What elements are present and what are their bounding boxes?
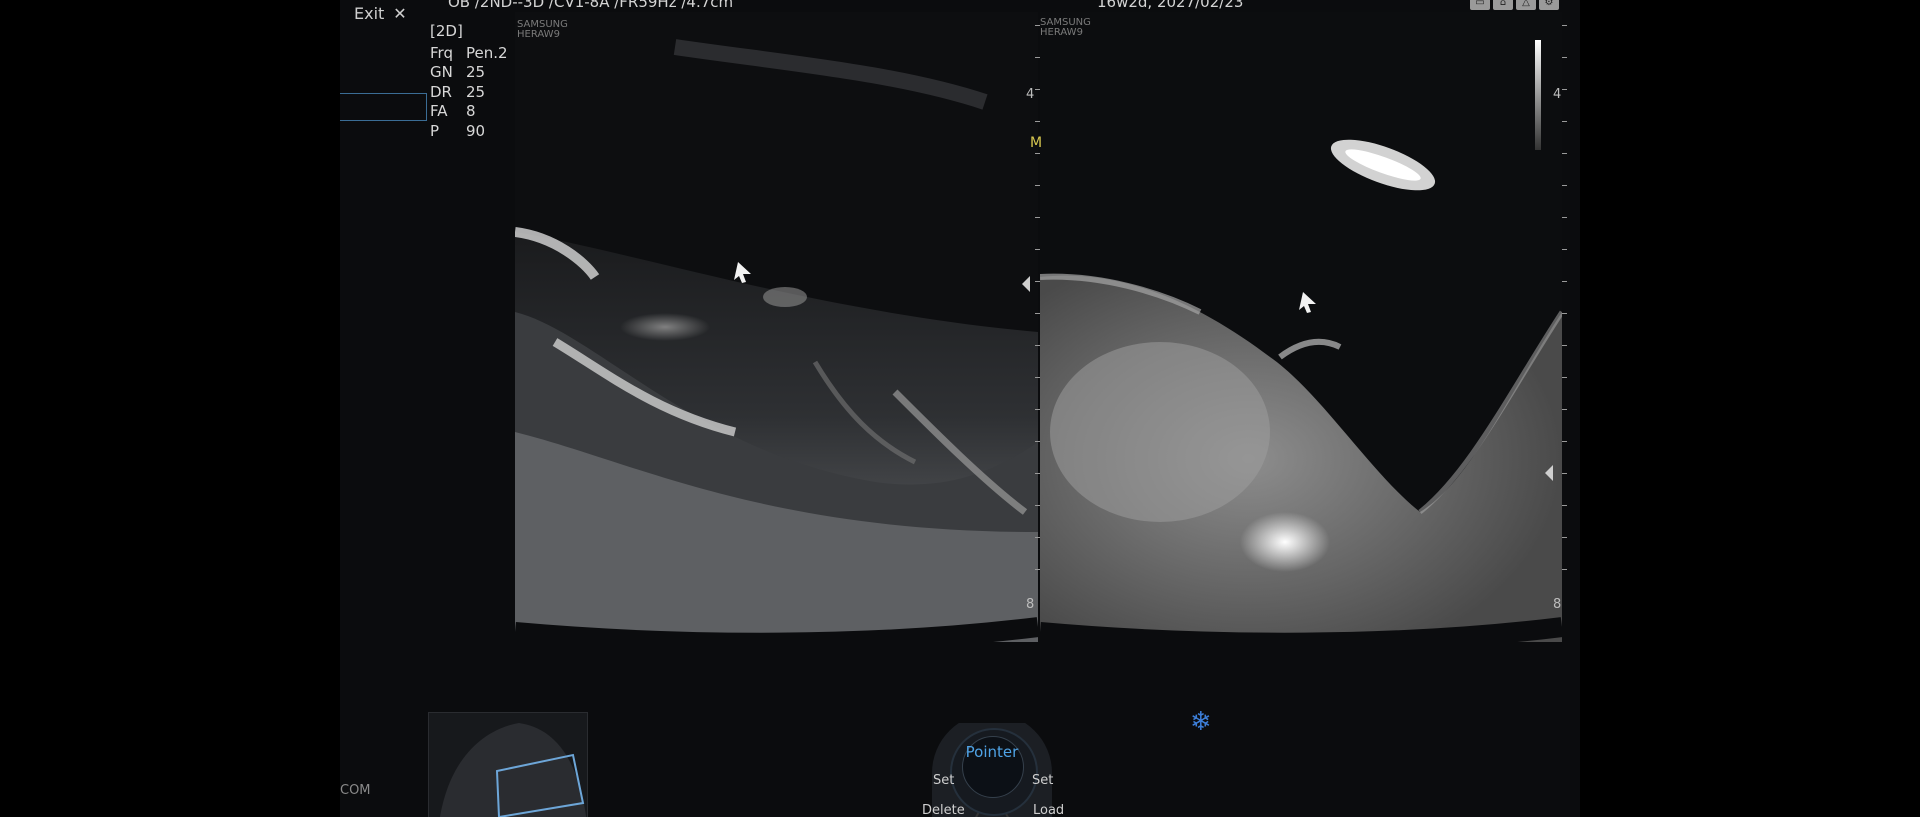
depth-tick bbox=[1035, 185, 1040, 186]
warning-icon: △ bbox=[1516, 0, 1536, 10]
depth-tick bbox=[1035, 473, 1040, 474]
depth-tick bbox=[1562, 505, 1567, 506]
depth-scale-right: 4 8 bbox=[1553, 0, 1567, 620]
depth-tick bbox=[1562, 281, 1567, 282]
depth-tick bbox=[1035, 25, 1040, 26]
depth-tick bbox=[1035, 121, 1040, 122]
depth-tick bbox=[1562, 89, 1567, 90]
depth-tick bbox=[1562, 249, 1567, 250]
snowflake-icon: ❄ bbox=[1190, 707, 1212, 737]
network-icon: ⌂ bbox=[1493, 0, 1513, 10]
param-row: GN 25 bbox=[430, 63, 486, 81]
ultrasound-image-right[interactable] bbox=[1040, 12, 1562, 642]
depth-tick bbox=[1035, 569, 1040, 570]
dial-set-left[interactable]: Set bbox=[933, 773, 954, 788]
exit-button[interactable]: Exit ✕ bbox=[354, 4, 407, 23]
depth-tick bbox=[1035, 345, 1040, 346]
depth-tick bbox=[1562, 377, 1567, 378]
param-row: DR 25 bbox=[430, 82, 486, 101]
left-selection-box[interactable] bbox=[340, 93, 427, 121]
ultrasound-image-left[interactable] bbox=[515, 12, 1038, 642]
brand-label: SAMSUNG HERAW9 bbox=[517, 19, 568, 40]
depth-tick bbox=[1562, 25, 1567, 26]
status-icons: ▭ ⌂ △ ⚙ bbox=[1470, 0, 1559, 10]
depth-tick bbox=[1562, 473, 1567, 474]
depth-tick bbox=[1035, 217, 1040, 218]
pointer-dial[interactable]: Pointer Set Set Delete Load bbox=[902, 723, 1082, 817]
depth-tick bbox=[1562, 57, 1567, 58]
focus-marker-left[interactable] bbox=[1022, 276, 1030, 292]
focus-marker-right[interactable] bbox=[1545, 465, 1553, 481]
depth-tick bbox=[1035, 409, 1040, 410]
depth-tick bbox=[1562, 153, 1567, 154]
depth-tick bbox=[1562, 537, 1567, 538]
depth-tick bbox=[1562, 569, 1567, 570]
imaging-parameters: [2D] Frq Pen.2 GN 25 DR 25 FA 8 P 90 bbox=[430, 22, 508, 141]
hdd-icon: ▭ bbox=[1470, 0, 1490, 10]
depth-tick bbox=[1035, 249, 1040, 250]
depth-tick bbox=[1035, 377, 1040, 378]
depth-tick bbox=[1035, 313, 1040, 314]
depth-tick bbox=[1035, 505, 1040, 506]
depth-tick bbox=[1562, 313, 1567, 314]
dial-delete[interactable]: Delete bbox=[922, 803, 965, 817]
depth-tick bbox=[1562, 185, 1567, 186]
close-icon: ✕ bbox=[393, 4, 407, 23]
depth-tick bbox=[1035, 441, 1040, 442]
param-row: P 90 bbox=[430, 121, 486, 140]
param-row: FA 8 bbox=[430, 102, 476, 120]
pointer-label[interactable]: Pointer bbox=[902, 743, 1082, 761]
depth-tick bbox=[1562, 121, 1567, 122]
dial-load[interactable]: Load bbox=[1033, 803, 1064, 817]
imaging-mode: [2D] bbox=[430, 22, 463, 40]
ultrasound-screen: OB /2ND--3D /CV1-8A /FR59Hz /4.7cm 16w2d… bbox=[340, 0, 1580, 817]
left-footer-text: COM bbox=[340, 783, 371, 798]
exit-label: Exit bbox=[354, 4, 385, 23]
brand-label: SAMSUNG HERAW9 bbox=[1040, 17, 1091, 38]
depth-tick bbox=[1035, 89, 1040, 90]
depth-tick bbox=[1562, 441, 1567, 442]
gestational-age-date: 16w2d, 2027/02/23 bbox=[1097, 0, 1244, 11]
grayscale-bar bbox=[1535, 40, 1541, 150]
depth-scale-left: 4 8 bbox=[1026, 0, 1040, 620]
m-marker: M bbox=[1030, 135, 1043, 151]
depth-tick bbox=[1035, 153, 1040, 154]
probe-thumbnail bbox=[428, 712, 588, 817]
depth-tick bbox=[1035, 537, 1040, 538]
depth-tick bbox=[1035, 281, 1040, 282]
exam-info: OB /2ND--3D /CV1-8A /FR59Hz /4.7cm bbox=[448, 0, 734, 11]
depth-tick bbox=[1562, 345, 1567, 346]
dial-set-right[interactable]: Set bbox=[1032, 773, 1053, 788]
depth-tick bbox=[1562, 409, 1567, 410]
param-row: Frq Pen.2 bbox=[430, 43, 508, 62]
depth-tick bbox=[1035, 57, 1040, 58]
depth-tick bbox=[1562, 217, 1567, 218]
